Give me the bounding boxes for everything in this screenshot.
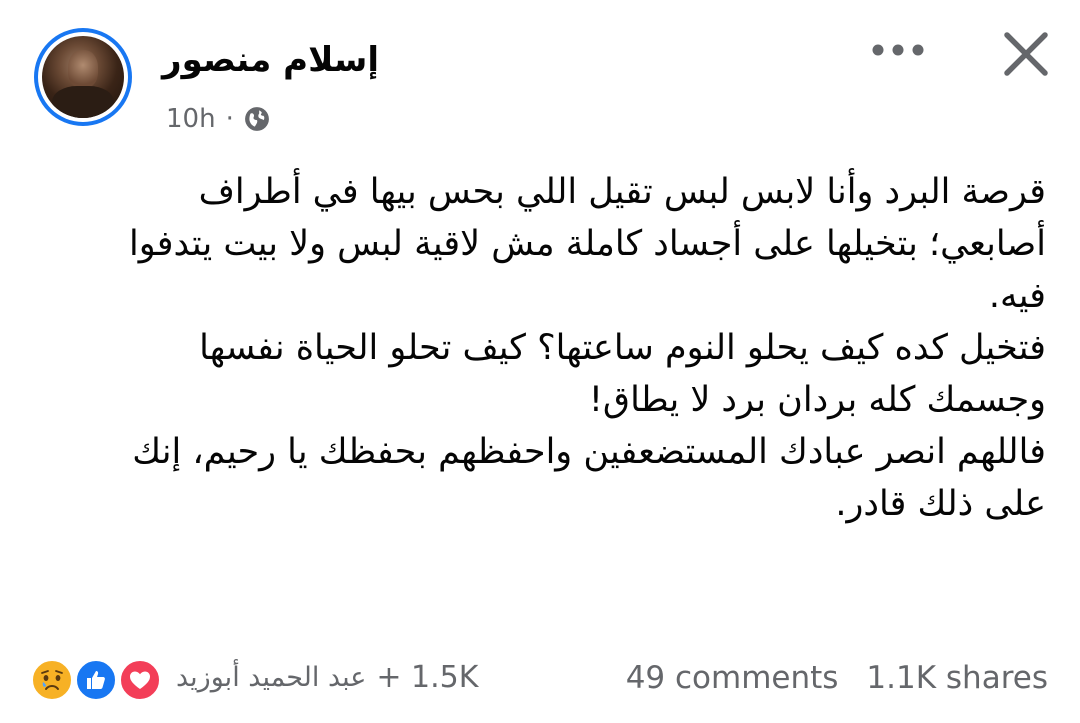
reaction-icons[interactable] <box>30 658 170 704</box>
post-line: أصابعي؛ بتخيلها على أجساد كاملة مش لاقية… <box>128 224 1046 264</box>
close-icon <box>1004 32 1048 76</box>
post-line: قرصة البرد وأنا لابس لبس تقيل اللي بحس ب… <box>198 172 1046 212</box>
shares-count[interactable]: 1.1K shares <box>866 660 1048 696</box>
post-line: وجسمك كله بردان برد لا يطاق! <box>588 380 1046 420</box>
post-line: فيه. <box>988 276 1046 316</box>
comments-count[interactable]: 49 comments <box>626 660 839 696</box>
more-horizontal-icon <box>872 44 924 56</box>
post-time[interactable]: 10h <box>166 104 216 134</box>
sad-reaction-icon <box>30 658 74 702</box>
meta-separator: · <box>225 104 234 134</box>
post-line: على ذلك قادر. <box>835 484 1046 524</box>
more-options-button[interactable] <box>870 30 926 70</box>
avatar-face <box>68 50 98 88</box>
post-line: فتخيل كده كيف يحلو النوم ساعتها؟ كيف تحل… <box>199 328 1046 368</box>
reaction-summary[interactable]: عبد الحميد أبوزيد + 1.5K <box>176 660 478 695</box>
avatar-ring[interactable] <box>34 28 132 126</box>
avatar-body <box>52 86 114 118</box>
post-footer: عبد الحميد أبوزيد + 1.5K 49 comments 1.1… <box>30 652 1048 708</box>
like-reaction-icon <box>74 658 118 702</box>
avatar[interactable] <box>42 36 124 118</box>
reaction-count: + 1.5K <box>376 660 479 695</box>
globe-icon[interactable] <box>244 106 270 132</box>
author-name[interactable]: إسلام منصور <box>162 40 379 80</box>
post-line: فاللهم انصر عبادك المستضعفين واحفظهم بحف… <box>132 432 1046 472</box>
engagement-counts: 49 comments 1.1K shares <box>626 660 1048 696</box>
post-meta: 10h · <box>166 104 270 134</box>
love-reaction-icon <box>118 658 162 702</box>
close-button[interactable] <box>996 24 1056 84</box>
avatar-gap <box>38 32 128 122</box>
reactor-name: عبد الحميد أبوزيد <box>176 662 367 693</box>
post-text: قرصة البرد وأنا لابس لبس تقيل اللي بحس ب… <box>40 166 1046 530</box>
